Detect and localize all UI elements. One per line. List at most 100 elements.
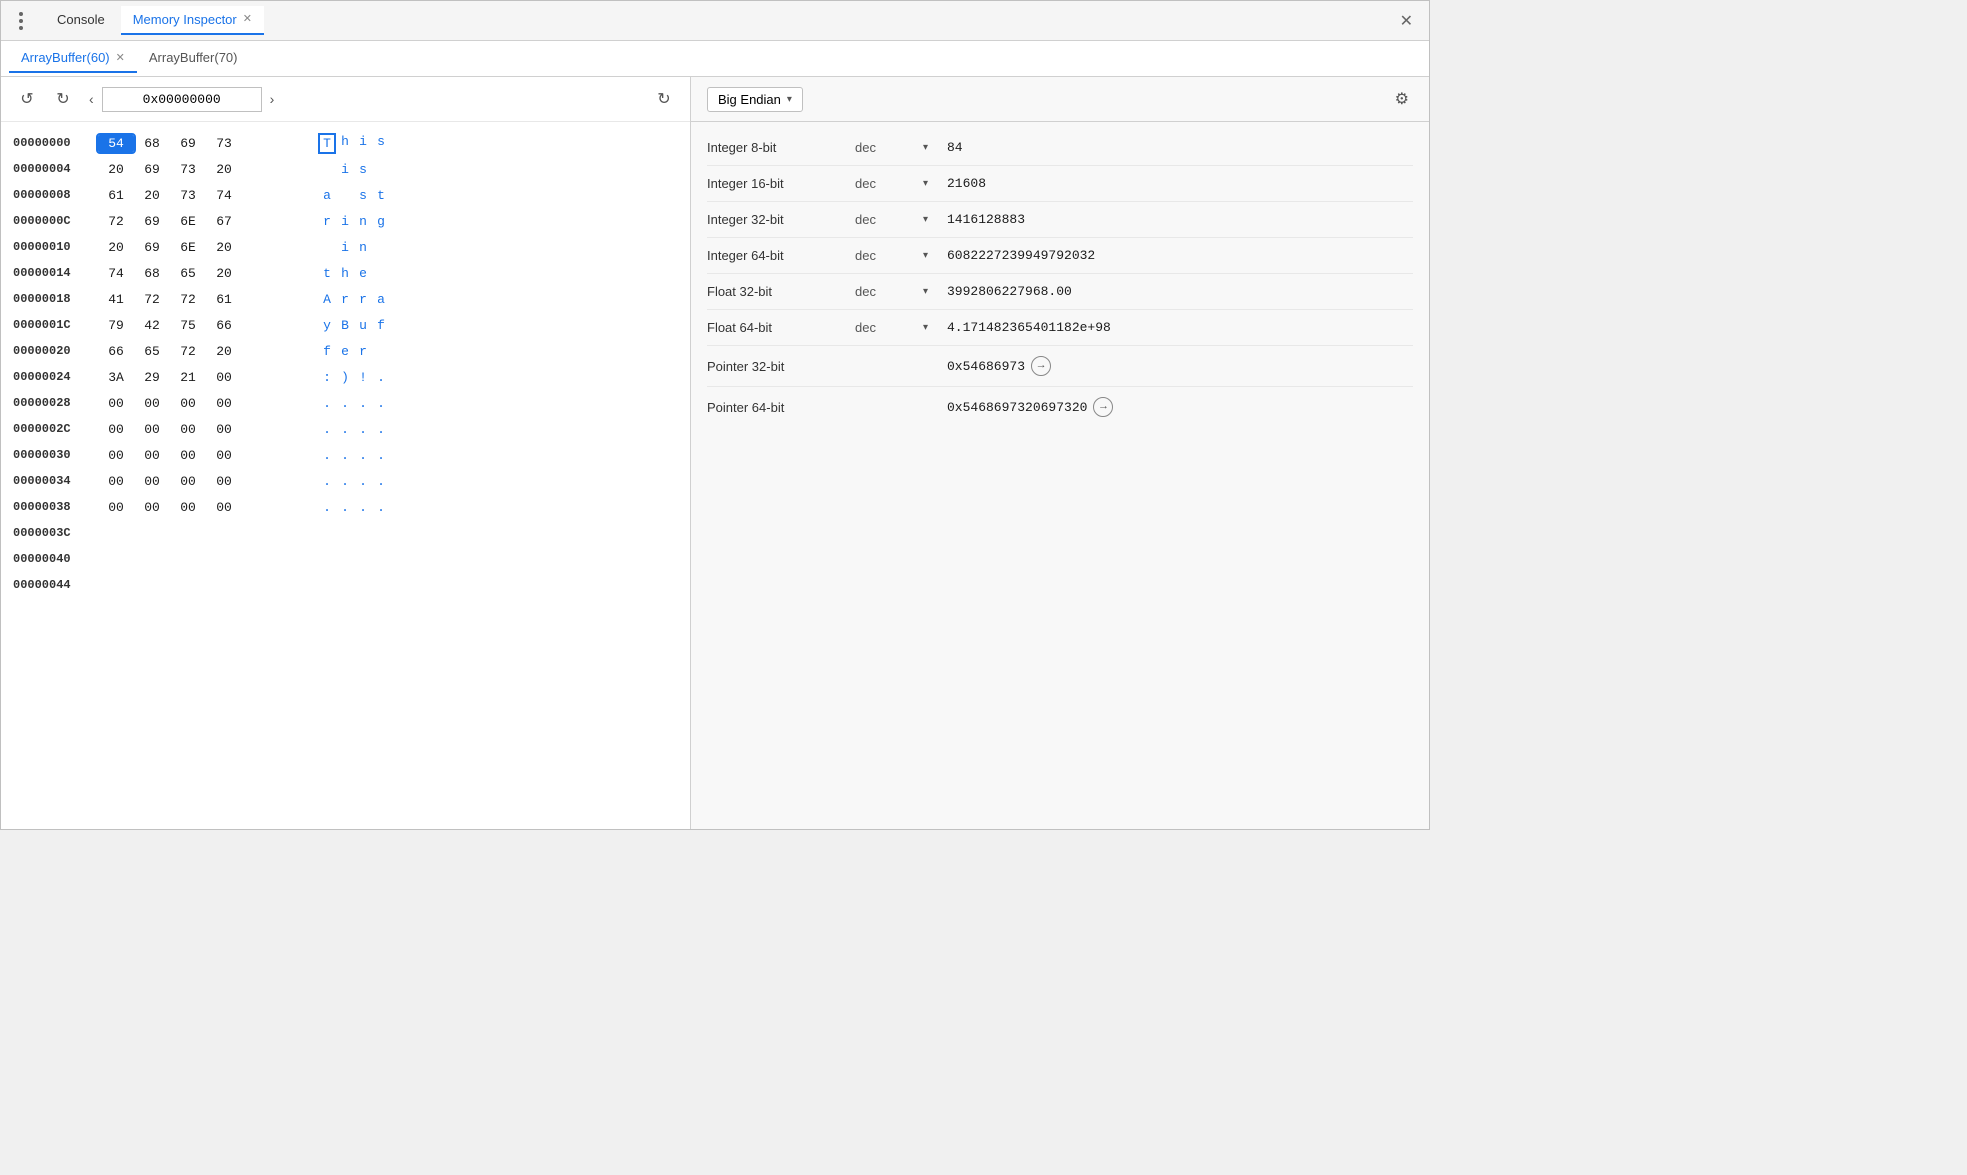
- hex-byte-4-1[interactable]: 69: [134, 239, 170, 256]
- ascii-char-5-2[interactable]: e: [354, 265, 372, 282]
- address-input[interactable]: [102, 87, 262, 112]
- ascii-char-0-2[interactable]: i: [354, 133, 372, 154]
- tab-arraybuffer-70[interactable]: ArrayBuffer(70): [137, 44, 250, 73]
- ascii-char-4-0[interactable]: [318, 239, 336, 256]
- ascii-char-11-0[interactable]: .: [318, 421, 336, 438]
- prev-arrow[interactable]: ‹: [85, 89, 98, 109]
- ascii-char-9-0[interactable]: :: [318, 369, 336, 386]
- ascii-char-10-1[interactable]: .: [336, 395, 354, 412]
- ascii-char-14-1[interactable]: .: [336, 499, 354, 516]
- hex-byte-6-1[interactable]: 72: [134, 291, 170, 308]
- hex-byte-0-1[interactable]: 68: [134, 135, 170, 152]
- hex-byte-0-0[interactable]: 54: [98, 135, 134, 152]
- hex-byte-6-0[interactable]: 41: [98, 291, 134, 308]
- ascii-char-12-2[interactable]: .: [354, 447, 372, 464]
- hex-byte-5-1[interactable]: 68: [134, 265, 170, 282]
- hex-byte-10-2[interactable]: 00: [170, 395, 206, 412]
- hex-byte-3-1[interactable]: 69: [134, 213, 170, 230]
- ascii-char-6-3[interactable]: a: [372, 291, 390, 308]
- hex-byte-11-1[interactable]: 00: [134, 421, 170, 438]
- ascii-char-7-2[interactable]: u: [354, 317, 372, 334]
- ascii-char-1-0[interactable]: [318, 161, 336, 178]
- ascii-char-2-3[interactable]: t: [372, 187, 390, 204]
- hex-byte-0-2[interactable]: 69: [170, 135, 206, 152]
- hex-byte-2-2[interactable]: 73: [170, 187, 206, 204]
- ascii-char-10-3[interactable]: .: [372, 395, 390, 412]
- hex-byte-9-1[interactable]: 29: [134, 369, 170, 386]
- ptr32-navigate-button[interactable]: →: [1031, 356, 1051, 376]
- menu-dots-button[interactable]: [9, 9, 33, 33]
- ascii-char-4-1[interactable]: i: [336, 239, 354, 256]
- hex-byte-8-2[interactable]: 72: [170, 343, 206, 360]
- ascii-char-0-1[interactable]: h: [336, 133, 354, 154]
- hex-byte-10-0[interactable]: 00: [98, 395, 134, 412]
- ascii-char-5-1[interactable]: h: [336, 265, 354, 282]
- insp-dropdown-float64[interactable]: ▾: [923, 322, 939, 333]
- ascii-char-3-2[interactable]: n: [354, 213, 372, 230]
- next-arrow[interactable]: ›: [266, 89, 279, 109]
- ascii-char-4-3[interactable]: [372, 239, 390, 256]
- hex-byte-7-3[interactable]: 66: [206, 317, 242, 334]
- ascii-char-1-1[interactable]: i: [336, 161, 354, 178]
- tab-arraybuffer-60[interactable]: ArrayBuffer(60) ✕: [9, 44, 137, 73]
- hex-byte-11-0[interactable]: 00: [98, 421, 134, 438]
- hex-byte-12-2[interactable]: 00: [170, 447, 206, 464]
- endian-selector[interactable]: Big Endian ▾: [707, 87, 803, 112]
- ascii-char-5-3[interactable]: [372, 265, 390, 282]
- hex-byte-4-0[interactable]: 20: [98, 239, 134, 256]
- hex-byte-10-3[interactable]: 00: [206, 395, 242, 412]
- hex-byte-12-3[interactable]: 00: [206, 447, 242, 464]
- hex-byte-13-3[interactable]: 00: [206, 473, 242, 490]
- hex-byte-7-1[interactable]: 42: [134, 317, 170, 334]
- hex-byte-5-2[interactable]: 65: [170, 265, 206, 282]
- hex-byte-7-0[interactable]: 79: [98, 317, 134, 334]
- ascii-char-7-3[interactable]: f: [372, 317, 390, 334]
- hex-byte-8-1[interactable]: 65: [134, 343, 170, 360]
- ascii-char-11-2[interactable]: .: [354, 421, 372, 438]
- hex-byte-8-3[interactable]: 20: [206, 343, 242, 360]
- insp-dropdown-float32[interactable]: ▾: [923, 286, 939, 297]
- refresh-button[interactable]: ↻: [650, 85, 678, 113]
- hex-byte-14-3[interactable]: 00: [206, 499, 242, 516]
- ascii-char-5-0[interactable]: t: [318, 265, 336, 282]
- hex-byte-2-1[interactable]: 20: [134, 187, 170, 204]
- ptr64-navigate-button[interactable]: →: [1093, 397, 1113, 417]
- hex-byte-13-0[interactable]: 00: [98, 473, 134, 490]
- hex-byte-7-2[interactable]: 75: [170, 317, 206, 334]
- close-window-button[interactable]: ✕: [1392, 7, 1421, 35]
- hex-byte-1-0[interactable]: 20: [98, 161, 134, 178]
- hex-byte-9-3[interactable]: 00: [206, 369, 242, 386]
- ascii-char-14-3[interactable]: .: [372, 499, 390, 516]
- ascii-char-13-2[interactable]: .: [354, 473, 372, 490]
- hex-byte-13-2[interactable]: 00: [170, 473, 206, 490]
- ascii-char-8-3[interactable]: [372, 343, 390, 360]
- tab-memory-inspector[interactable]: Memory Inspector ✕: [121, 6, 264, 35]
- hex-byte-8-0[interactable]: 66: [98, 343, 134, 360]
- ascii-char-11-3[interactable]: .: [372, 421, 390, 438]
- ascii-char-0-0[interactable]: T: [318, 133, 336, 154]
- ascii-char-6-1[interactable]: r: [336, 291, 354, 308]
- insp-dropdown-int64[interactable]: ▾: [923, 250, 939, 261]
- ascii-char-2-1[interactable]: [336, 187, 354, 204]
- forward-button[interactable]: ↻: [49, 85, 77, 113]
- ascii-char-1-3[interactable]: [372, 161, 390, 178]
- hex-byte-1-2[interactable]: 73: [170, 161, 206, 178]
- ascii-char-8-2[interactable]: r: [354, 343, 372, 360]
- ascii-char-7-1[interactable]: B: [336, 317, 354, 334]
- ascii-char-1-2[interactable]: s: [354, 161, 372, 178]
- hex-byte-12-0[interactable]: 00: [98, 447, 134, 464]
- insp-dropdown-int32[interactable]: ▾: [923, 214, 939, 225]
- hex-byte-11-3[interactable]: 00: [206, 421, 242, 438]
- hex-byte-14-1[interactable]: 00: [134, 499, 170, 516]
- ascii-char-9-1[interactable]: ): [336, 369, 354, 386]
- ascii-char-6-0[interactable]: A: [318, 291, 336, 308]
- ascii-char-12-1[interactable]: .: [336, 447, 354, 464]
- ascii-char-2-0[interactable]: a: [318, 187, 336, 204]
- hex-byte-4-3[interactable]: 20: [206, 239, 242, 256]
- ascii-char-3-0[interactable]: r: [318, 213, 336, 230]
- hex-byte-6-3[interactable]: 61: [206, 291, 242, 308]
- ascii-char-8-1[interactable]: e: [336, 343, 354, 360]
- hex-byte-2-0[interactable]: 61: [98, 187, 134, 204]
- ascii-char-13-0[interactable]: .: [318, 473, 336, 490]
- ascii-char-14-0[interactable]: .: [318, 499, 336, 516]
